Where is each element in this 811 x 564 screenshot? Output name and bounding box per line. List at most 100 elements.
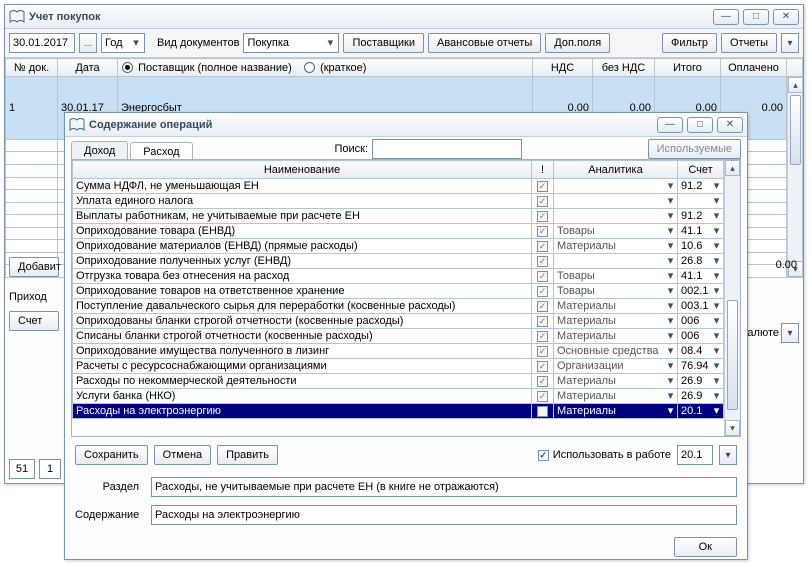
chevron-down-icon[interactable]: ▾ bbox=[711, 344, 722, 357]
currency-dropdown[interactable]: ▾ bbox=[781, 323, 799, 343]
section-field[interactable]: Расходы, не учитываемые при расчете ЕН (… bbox=[151, 477, 737, 497]
operation-row[interactable]: Расходы на электроэнергию✓Материалы▾20.1… bbox=[73, 404, 724, 419]
operation-row[interactable]: Оприходование имущества полученного в ли… bbox=[73, 344, 724, 359]
row-check-icon[interactable]: ✓ bbox=[537, 226, 548, 237]
col-docno[interactable]: № док. bbox=[6, 59, 58, 77]
reports-button[interactable]: Отчеты bbox=[721, 33, 777, 53]
search-input[interactable] bbox=[372, 139, 522, 159]
account-field[interactable]: 20.1 bbox=[677, 445, 713, 465]
chevron-down-icon[interactable]: ▾ bbox=[665, 179, 676, 192]
row-check-icon[interactable]: ✓ bbox=[537, 361, 548, 372]
extra-fields-button[interactable]: Доп.поля bbox=[545, 33, 610, 53]
supplier-full-radio[interactable] bbox=[122, 62, 133, 73]
operations-scrollbar[interactable]: ▴ ▾ bbox=[724, 160, 740, 436]
use-in-work-checkbox[interactable]: ✓ Использовать в работе bbox=[538, 449, 671, 461]
chevron-down-icon[interactable]: ▾ bbox=[665, 194, 676, 207]
chevron-down-icon[interactable]: ▾ bbox=[665, 404, 676, 417]
chevron-down-icon[interactable]: ▾ bbox=[665, 269, 676, 282]
chevron-down-icon[interactable]: ▾ bbox=[711, 389, 722, 402]
col-supplier[interactable]: Поставщик (полное название) (краткое) bbox=[118, 59, 533, 77]
row-check-icon[interactable]: ✓ bbox=[537, 181, 548, 192]
chevron-down-icon[interactable]: ▾ bbox=[665, 224, 676, 237]
period-select[interactable]: Год bbox=[101, 33, 145, 53]
chevron-down-icon[interactable]: ▾ bbox=[711, 269, 722, 282]
dialog-close-button[interactable]: ✕ bbox=[717, 117, 743, 133]
row-check-icon[interactable]: ✓ bbox=[537, 256, 548, 267]
maximize-button[interactable]: □ bbox=[743, 9, 769, 25]
col-vat[interactable]: НДС bbox=[533, 59, 593, 77]
chevron-down-icon[interactable]: ▾ bbox=[711, 209, 722, 222]
col-flag[interactable]: ! bbox=[532, 161, 554, 179]
row-check-icon[interactable]: ✓ bbox=[537, 271, 548, 282]
chevron-down-icon[interactable]: ▾ bbox=[665, 254, 676, 267]
row-check-icon[interactable]: ✓ bbox=[537, 211, 548, 222]
filter-button[interactable]: Фильтр bbox=[662, 33, 717, 53]
dialog-maximize-button[interactable]: □ bbox=[687, 117, 713, 133]
content-field[interactable]: Расходы на электроэнергию bbox=[151, 505, 737, 525]
add-button[interactable]: Добавит bbox=[9, 257, 59, 277]
operation-row[interactable]: Оприходование полученных услуг (ЕНВД)✓▾2… bbox=[73, 254, 724, 269]
chevron-down-icon[interactable]: ▾ bbox=[711, 224, 722, 237]
chevron-down-icon[interactable]: ▾ bbox=[711, 254, 722, 267]
chevron-down-icon[interactable]: ▾ bbox=[711, 329, 722, 342]
tab-expense[interactable]: Расход bbox=[130, 142, 192, 160]
row-check-icon[interactable]: ✓ bbox=[537, 331, 548, 342]
col-name[interactable]: Наименование bbox=[73, 161, 532, 179]
edit-button[interactable]: Править bbox=[217, 445, 278, 465]
doc-type-select[interactable]: Покупка bbox=[243, 33, 339, 53]
row-check-icon[interactable]: ✓ bbox=[537, 391, 548, 402]
chevron-down-icon[interactable]: ▾ bbox=[665, 314, 676, 327]
col-analytics[interactable]: Аналитика bbox=[554, 161, 678, 179]
dialog-minimize-button[interactable]: — bbox=[657, 117, 683, 133]
chevron-down-icon[interactable]: ▾ bbox=[665, 344, 676, 357]
row-check-icon[interactable]: ✓ bbox=[537, 376, 548, 387]
chevron-down-icon[interactable]: ▾ bbox=[665, 359, 676, 372]
operation-row[interactable]: Поступление давальческого сырья для пере… bbox=[73, 299, 724, 314]
row-check-icon[interactable]: ✓ bbox=[537, 301, 548, 312]
chevron-down-icon[interactable]: ▾ bbox=[665, 374, 676, 387]
operation-row[interactable]: Оприходование товаров на ответственное х… bbox=[73, 284, 724, 299]
row-check-icon[interactable]: ✓ bbox=[537, 316, 548, 327]
chevron-down-icon[interactable]: ▾ bbox=[711, 284, 722, 297]
chevron-down-icon[interactable]: ▾ bbox=[711, 374, 722, 387]
operation-row[interactable]: Списаны бланки строгой отчетности (косве… bbox=[73, 329, 724, 344]
chevron-down-icon[interactable]: ▾ bbox=[711, 314, 722, 327]
chevron-down-icon[interactable]: ▾ bbox=[711, 194, 722, 207]
operation-row[interactable]: Расчеты с ресурсоснабжающими организация… bbox=[73, 359, 724, 374]
operation-row[interactable]: Оприходование материалов (ЕНВД) (прямые … bbox=[73, 239, 724, 254]
account-button[interactable]: Счет bbox=[9, 311, 59, 331]
minimize-button[interactable]: — bbox=[713, 9, 739, 25]
row-check-icon[interactable]: ✓ bbox=[537, 346, 548, 357]
save-button[interactable]: Сохранить bbox=[75, 445, 148, 465]
main-titlebar[interactable]: Учет покупок — □ ✕ bbox=[5, 5, 803, 29]
col-novat[interactable]: без НДС bbox=[593, 59, 655, 77]
close-button[interactable]: ✕ bbox=[773, 9, 799, 25]
operation-row[interactable]: Сумма НДФЛ, не уменьшающая ЕН✓▾91.2▾ bbox=[73, 179, 724, 194]
tab-income[interactable]: Доход bbox=[71, 141, 128, 159]
operation-row[interactable]: Выплаты работникам, не учитываемые при р… bbox=[73, 209, 724, 224]
date-field[interactable]: 30.01.2017 bbox=[9, 33, 75, 53]
chevron-down-icon[interactable]: ▾ bbox=[711, 404, 722, 417]
chevron-down-icon[interactable]: ▾ bbox=[711, 359, 722, 372]
operation-row[interactable]: Расходы по некоммерческой деятельности✓М… bbox=[73, 374, 724, 389]
chevron-down-icon[interactable]: ▾ bbox=[665, 284, 676, 297]
operation-row[interactable]: Оприходованы бланки строгой отчетности (… bbox=[73, 314, 724, 329]
col-date[interactable]: Дата bbox=[58, 59, 118, 77]
col-paid[interactable]: Оплачено bbox=[721, 59, 787, 77]
chevron-down-icon[interactable]: ▾ bbox=[665, 209, 676, 222]
chevron-down-icon[interactable]: ▾ bbox=[665, 329, 676, 342]
operation-row[interactable]: Отгрузка товара без отнесения на расход✓… bbox=[73, 269, 724, 284]
col-account[interactable]: Счет bbox=[678, 161, 724, 179]
account-dropdown[interactable]: ▾ bbox=[719, 445, 737, 465]
chevron-down-icon[interactable]: ▾ bbox=[711, 239, 722, 252]
chevron-down-icon[interactable]: ▾ bbox=[711, 299, 722, 312]
used-button[interactable]: Используемые bbox=[648, 139, 741, 159]
col-total[interactable]: Итого bbox=[655, 59, 721, 77]
date-picker-button[interactable]: ... bbox=[79, 33, 97, 53]
chevron-down-icon[interactable]: ▾ bbox=[711, 179, 722, 192]
advance-reports-button[interactable]: Авансовые отчеты bbox=[428, 33, 541, 53]
operation-row[interactable]: Уплата единого налога✓▾▾ bbox=[73, 194, 724, 209]
chevron-down-icon[interactable]: ▾ bbox=[665, 389, 676, 402]
row-check-icon[interactable]: ✓ bbox=[537, 241, 548, 252]
operation-row[interactable]: Услуги банка (НКО)✓Материалы▾26.9▾ bbox=[73, 389, 724, 404]
